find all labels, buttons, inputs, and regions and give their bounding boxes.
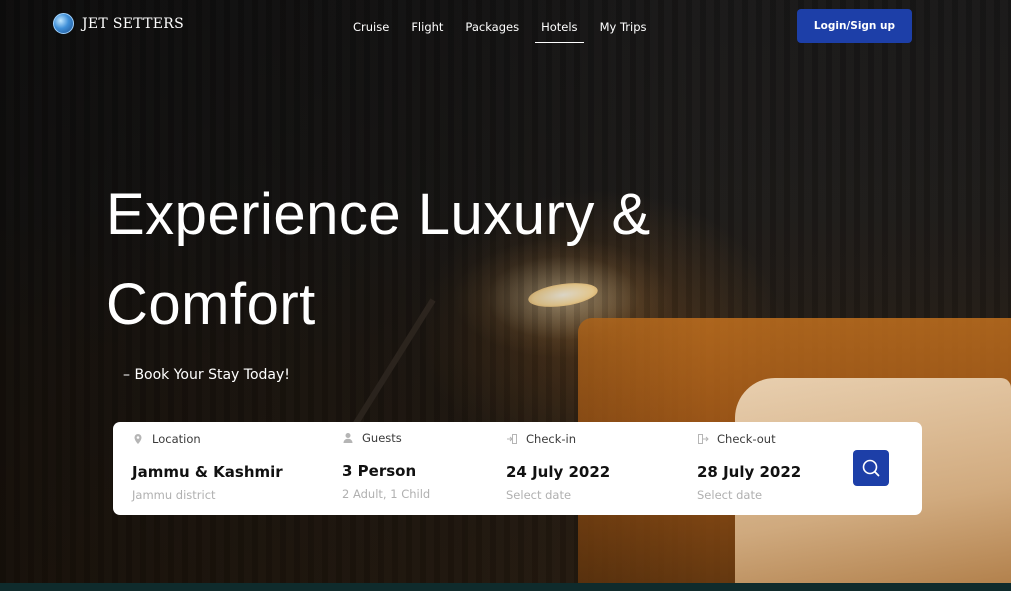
- location-pin-icon: [134, 434, 142, 444]
- location-header: Location: [132, 432, 201, 446]
- booking-search-bar: Location Jammu & Kashmir Jammu district …: [113, 422, 922, 515]
- main-menu: Cruise Flight Packages Hotels My Trips: [353, 20, 647, 43]
- location-value: Jammu & Kashmir: [132, 463, 283, 481]
- nav-item-cruise[interactable]: Cruise: [353, 20, 389, 43]
- checkout-hint: Select date: [697, 488, 763, 502]
- checkout-value: 28 July 2022: [697, 463, 802, 481]
- nav-item-hotels[interactable]: Hotels: [535, 20, 585, 43]
- checkin-value: 24 July 2022: [506, 463, 611, 481]
- hero-title: Experience Luxury & Comfort: [106, 170, 746, 350]
- bottom-strip: [0, 583, 1011, 591]
- top-navigation: JET SETTERS Cruise Flight Packages Hotel…: [0, 0, 1011, 56]
- checkin-header: Check-in: [506, 432, 576, 446]
- hero-title-line-1: Experience Luxury &: [106, 182, 651, 247]
- brand-name: JET SETTERS: [82, 15, 185, 32]
- guests-hint: 2 Adult, 1 Child: [342, 487, 431, 501]
- login-signup-button[interactable]: Login/Sign up: [797, 9, 912, 43]
- check-out-icon: [698, 434, 709, 444]
- checkout-header: Check-out: [697, 432, 776, 446]
- checkout-label: Check-out: [717, 432, 776, 446]
- location-label: Location: [152, 432, 201, 446]
- location-hint: Jammu district: [132, 488, 216, 502]
- search-button[interactable]: [853, 450, 889, 486]
- checkin-hint: Select date: [506, 488, 572, 502]
- guests-header: Guests: [342, 431, 402, 445]
- nav-item-my-trips[interactable]: My Trips: [600, 20, 647, 43]
- hero-subtitle: – Book Your Stay Today!: [123, 367, 290, 383]
- nav-item-packages[interactable]: Packages: [465, 20, 519, 43]
- nav-item-flight[interactable]: Flight: [411, 20, 443, 43]
- guests-value: 3 Person: [342, 462, 417, 480]
- globe-icon: [53, 13, 74, 34]
- brand-logo[interactable]: JET SETTERS: [53, 13, 184, 34]
- check-in-icon: [507, 434, 517, 444]
- guests-label: Guests: [362, 431, 402, 445]
- person-icon: [343, 433, 353, 443]
- checkin-label: Check-in: [526, 432, 577, 446]
- search-icon: [862, 459, 880, 477]
- hero-title-line-2: Comfort: [106, 272, 316, 337]
